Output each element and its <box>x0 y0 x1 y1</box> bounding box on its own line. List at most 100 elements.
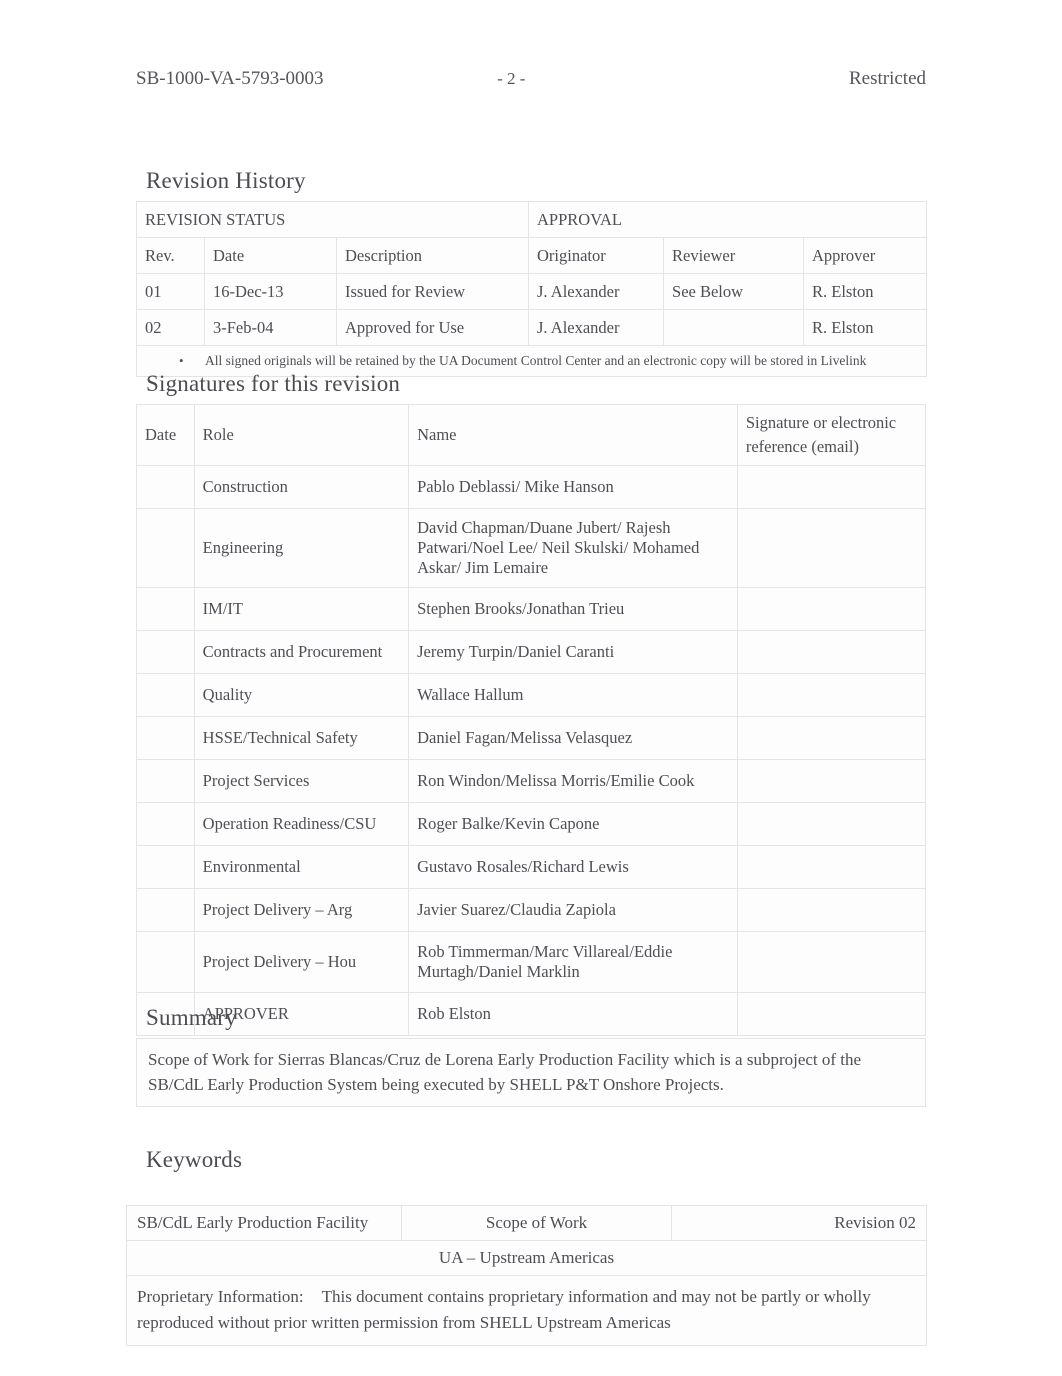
classification-label: Restricted <box>848 68 926 89</box>
cell-role: Engineering <box>193 508 410 588</box>
cell-signature[interactable] <box>736 888 927 932</box>
keyword-revision: Revision 02 <box>671 1205 927 1241</box>
cell-date[interactable] <box>136 587 195 631</box>
table-row: Contracts and Procurement Jeremy Turpin/… <box>136 630 927 674</box>
column-header-rev: Rev. <box>136 237 205 274</box>
cell-approver: R. Elston <box>803 309 928 346</box>
cell-description: Issued for Review <box>335 273 530 310</box>
keyword-facility: SB/CdL Early Production Facility <box>126 1205 402 1241</box>
table-row: Quality Wallace Hallum <box>136 673 927 717</box>
cell-role: Contracts and Procurement <box>193 630 410 674</box>
cell-name: Roger Balke/Kevin Capone <box>408 802 738 846</box>
page-header: SB-1000-VA-5793-0003 - 2 - Restricted <box>136 64 926 94</box>
cell-name: Ron Windon/Melissa Morris/Emilie Cook <box>408 759 738 803</box>
cell-date[interactable] <box>136 630 195 674</box>
cell-rev: 01 <box>136 273 205 310</box>
summary-table: Scope of Work for Sierras Blancas/Cruz d… <box>136 1037 926 1108</box>
cell-date[interactable] <box>136 508 195 588</box>
table-row: APPROVER Rob Elston <box>136 992 927 1036</box>
table-row: Construction Pablo Deblassi/ Mike Hanson <box>136 465 927 509</box>
table-row: Engineering David Chapman/Duane Jubert/ … <box>136 508 927 588</box>
cell-role: Construction <box>193 465 410 509</box>
table-row: Proprietary Information: This document co… <box>126 1275 927 1346</box>
cell-approver: R. Elston <box>803 273 928 310</box>
table-row: REVISION STATUS APPROVAL <box>135 201 928 238</box>
cell-name: Rob Timmerman/Marc Villareal/Eddie Murta… <box>408 931 738 993</box>
cell-date[interactable] <box>136 802 195 846</box>
cell-signature[interactable] <box>736 845 927 889</box>
cell-role: HSSE/Technical Safety <box>193 716 410 760</box>
column-header-description: Description <box>335 237 530 274</box>
table-row: Operation Readiness/CSU Roger Balke/Kevi… <box>136 802 927 846</box>
cell-reviewer: See Below <box>663 273 805 310</box>
keywords-table-container: SB/CdL Early Production Facility Scope o… <box>126 1205 927 1346</box>
cell-date[interactable] <box>136 716 195 760</box>
summary-text: Scope of Work for Sierras Blancas/Cruz d… <box>136 1037 926 1108</box>
page-number: - 2 - <box>497 69 526 88</box>
cell-originator: J. Alexander <box>528 309 665 346</box>
cell-name: Stephen Brooks/Jonathan Trieu <box>408 587 738 631</box>
cell-signature[interactable] <box>736 587 927 631</box>
cell-signature[interactable] <box>736 931 927 993</box>
cell-date[interactable] <box>136 673 195 717</box>
table-row: Environmental Gustavo Rosales/Richard Le… <box>136 845 927 889</box>
revision-status-group-header: REVISION STATUS <box>135 201 530 238</box>
table-row: UA – Upstream Americas <box>126 1240 927 1276</box>
signatures-heading: Signatures for this revision <box>146 371 401 396</box>
revision-history-heading: Revision History <box>146 168 306 193</box>
cell-name: Rob Elston <box>408 992 738 1036</box>
revision-history-table: REVISION STATUS APPROVAL Rev. Date Descr… <box>135 201 928 377</box>
cell-role: Project Delivery – Arg <box>193 888 410 932</box>
cell-signature[interactable] <box>736 802 927 846</box>
table-header-row: Date Role Name Signature or electronic r… <box>136 404 927 466</box>
revision-history-table-container: REVISION STATUS APPROVAL Rev. Date Descr… <box>135 201 928 377</box>
document-page: SB-1000-VA-5793-0003 - 2 - Restricted Re… <box>0 0 1062 1376</box>
summary-table-container: Scope of Work for Sierras Blancas/Cruz d… <box>136 1037 926 1108</box>
cell-date[interactable] <box>136 465 195 509</box>
cell-role: Project Delivery – Hou <box>193 931 410 993</box>
cell-date[interactable] <box>136 845 195 889</box>
signatures-table-container: Date Role Name Signature or electronic r… <box>136 404 927 1036</box>
cell-signature[interactable] <box>736 508 927 588</box>
column-header-role: Role <box>193 404 410 466</box>
summary-heading: Summary <box>146 1005 237 1030</box>
cell-name: Jeremy Turpin/Daniel Caranti <box>408 630 738 674</box>
table-row: 01 16-Dec-13 Issued for Review J. Alexan… <box>136 273 928 310</box>
table-row: IM/IT Stephen Brooks/Jonathan Trieu <box>136 587 927 631</box>
table-row: SB/CdL Early Production Facility Scope o… <box>126 1205 927 1241</box>
cell-date[interactable] <box>136 888 195 932</box>
keywords-table: SB/CdL Early Production Facility Scope o… <box>126 1205 927 1346</box>
keywords-heading: Keywords <box>146 1147 243 1172</box>
cell-signature[interactable] <box>736 673 927 717</box>
column-header-date: Date <box>136 404 195 466</box>
column-header-approver: Approver <box>803 237 928 274</box>
column-header-date: Date <box>204 237 337 274</box>
table-row: Project Delivery – Hou Rob Timmerman/Mar… <box>136 931 927 993</box>
cell-role: Environmental <box>193 845 410 889</box>
cell-date[interactable] <box>136 759 195 803</box>
column-header-name: Name <box>408 404 738 466</box>
table-row: 02 3-Feb-04 Approved for Use J. Alexande… <box>136 309 928 346</box>
cell-signature[interactable] <box>736 992 927 1036</box>
cell-date[interactable] <box>136 931 195 993</box>
cell-role: Project Services <box>193 759 410 803</box>
table-row: Project Services Ron Windon/Melissa Morr… <box>136 759 927 803</box>
cell-reviewer <box>663 309 805 346</box>
cell-signature[interactable] <box>736 630 927 674</box>
cell-description: Approved for Use <box>335 309 530 346</box>
cell-name: Javier Suarez/Claudia Zapiola <box>408 888 738 932</box>
table-row: Scope of Work for Sierras Blancas/Cruz d… <box>136 1037 926 1108</box>
cell-signature[interactable] <box>736 465 927 509</box>
cell-role: Quality <box>193 673 410 717</box>
cell-rev: 02 <box>136 309 205 346</box>
cell-role: Operation Readiness/CSU <box>193 802 410 846</box>
column-header-reviewer: Reviewer <box>663 237 805 274</box>
cell-name: Wallace Hallum <box>408 673 738 717</box>
cell-name: Pablo Deblassi/ Mike Hanson <box>408 465 738 509</box>
cell-signature[interactable] <box>736 716 927 760</box>
approval-group-header: APPROVAL <box>528 201 928 238</box>
keyword-business-unit: UA – Upstream Americas <box>126 1240 927 1276</box>
cell-date: 16-Dec-13 <box>204 273 337 310</box>
cell-signature[interactable] <box>736 759 927 803</box>
cell-originator: J. Alexander <box>528 273 665 310</box>
